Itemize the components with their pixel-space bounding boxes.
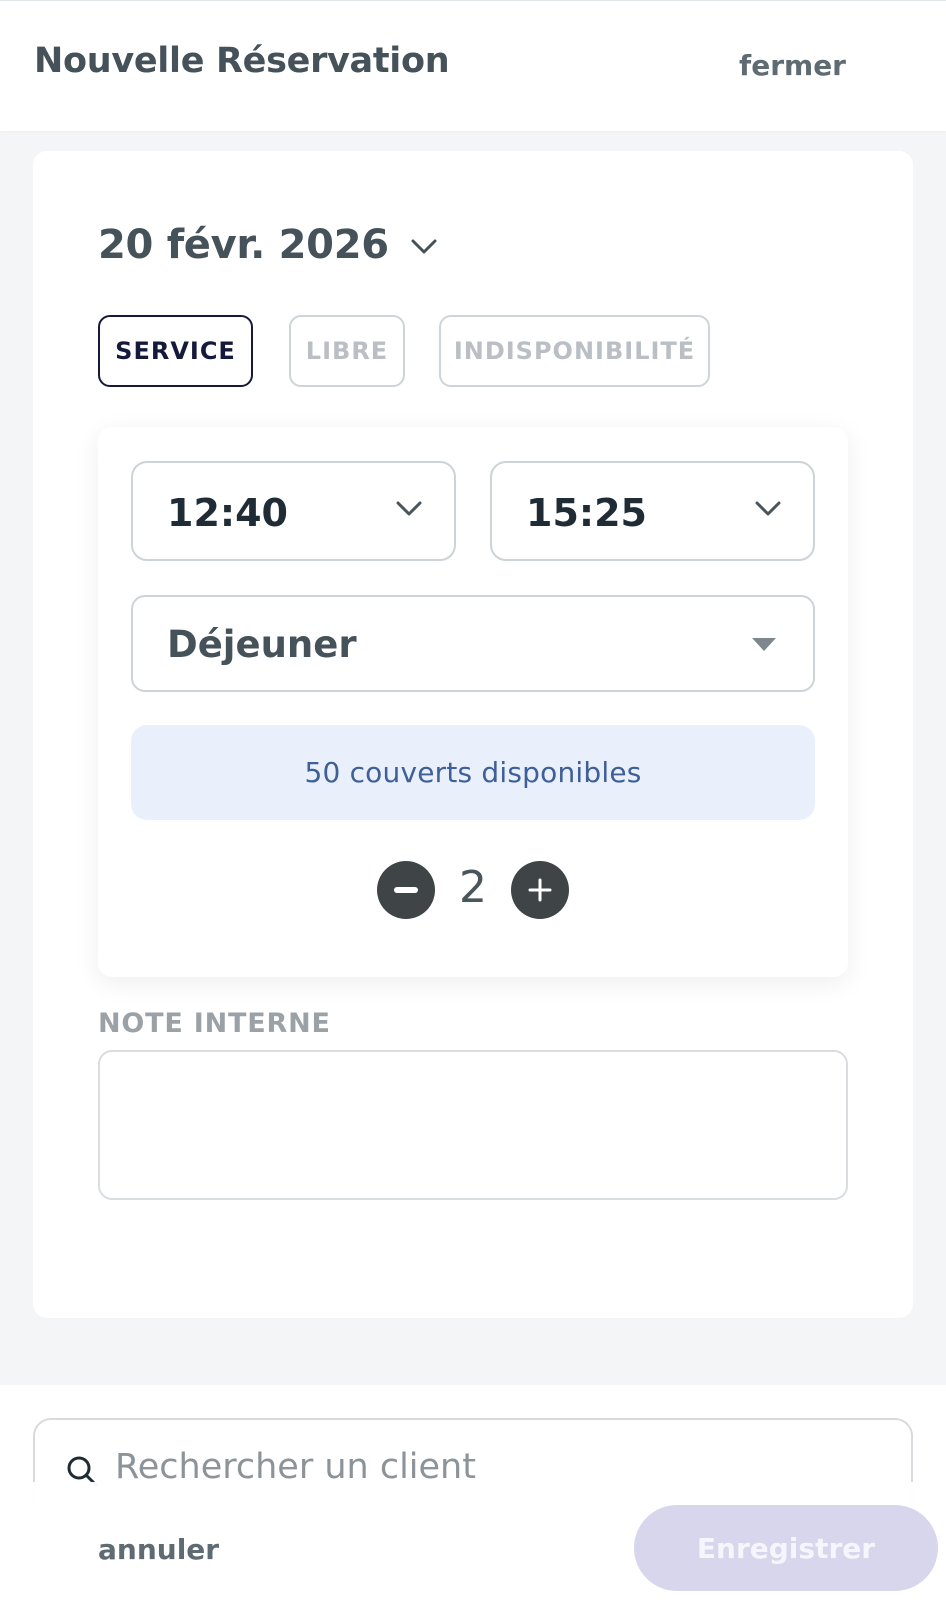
caret-down-icon: [751, 637, 777, 657]
decrement-button[interactable]: [377, 861, 435, 919]
cancel-button[interactable]: annuler: [98, 1533, 219, 1566]
guest-count: 2: [459, 862, 487, 913]
availability-banner: 50 couverts disponibles: [131, 725, 815, 820]
start-time-value: 12:40: [167, 491, 288, 535]
tab-libre[interactable]: LIBRE: [289, 315, 405, 387]
note-textarea[interactable]: [98, 1050, 848, 1200]
end-time-select[interactable]: 15:25: [490, 461, 815, 561]
tab-service[interactable]: SERVICE: [98, 315, 253, 387]
close-button[interactable]: fermer: [739, 49, 846, 82]
modal-header: Nouvelle Réservation fermer: [0, 0, 946, 131]
plus-icon: [528, 878, 552, 902]
end-time-value: 15:25: [526, 491, 647, 535]
increment-button[interactable]: [511, 861, 569, 919]
chevron-down-icon: [755, 501, 781, 521]
service-select[interactable]: Déjeuner: [131, 595, 815, 692]
date-value: 20 févr. 2026: [98, 222, 389, 268]
service-value: Déjeuner: [167, 623, 357, 666]
chevron-down-icon: [411, 239, 437, 259]
date-picker[interactable]: 20 févr. 2026: [98, 222, 437, 268]
chevron-down-icon: [396, 501, 422, 521]
save-button[interactable]: Enregistrer: [634, 1505, 938, 1591]
note-label: NOTE INTERNE: [98, 1008, 331, 1039]
tab-indisponibilite[interactable]: INDISPONIBILITÉ: [439, 315, 710, 387]
page-title: Nouvelle Réservation: [34, 41, 450, 81]
start-time-select[interactable]: 12:40: [131, 461, 456, 561]
minus-icon: [394, 887, 418, 893]
